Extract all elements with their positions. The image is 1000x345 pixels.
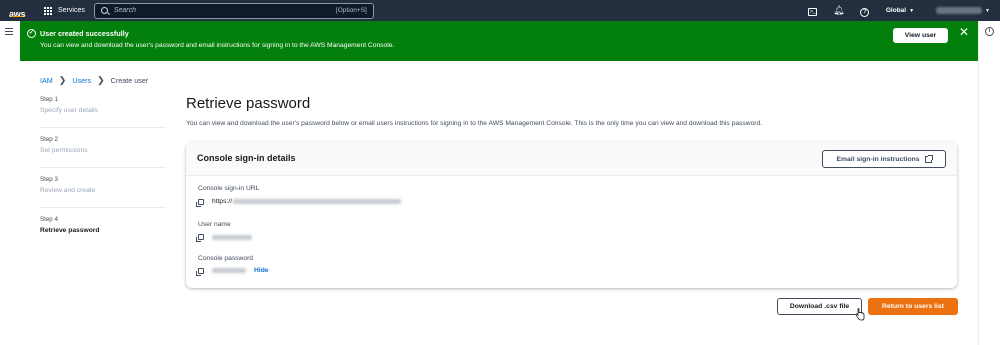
notifications-button[interactable]: 🔔︎: [826, 5, 852, 16]
step-number: Step 3: [40, 176, 58, 183]
help-icon: ?: [860, 7, 870, 17]
url-prefix: https://: [212, 198, 233, 205]
download-csv-button[interactable]: Download .csv file: [777, 298, 862, 315]
account-caret-down-icon[interactable]: ▼: [985, 8, 990, 14]
nav-right-group: >_ 🔔︎ ? Global ▼ ▼: [800, 0, 1000, 21]
hamburger-menu-icon[interactable]: [5, 28, 13, 35]
step-label: Specify user details: [40, 107, 98, 114]
wizard-step-2: Step 2 Set permissions: [40, 136, 166, 176]
page-description: You can view and download the user's pas…: [186, 120, 763, 127]
copy-icon[interactable]: [196, 234, 204, 242]
step-number: Step 1: [40, 96, 58, 103]
step-number: Step 4: [40, 216, 58, 223]
step-label: Set permissions: [40, 147, 88, 154]
chevron-right-icon: ❯: [58, 75, 67, 85]
account-menu-redacted[interactable]: [936, 7, 983, 14]
success-check-icon: ✓: [27, 29, 36, 38]
console-sign-in-card: Console sign-in details Email sign-in in…: [186, 142, 957, 288]
close-icon[interactable]: ✕: [959, 26, 969, 38]
step-label: Review and create: [40, 187, 96, 194]
services-label: Services: [58, 7, 85, 14]
password-value: Hide: [196, 267, 269, 276]
breadcrumb-iam-link[interactable]: IAM: [40, 76, 53, 85]
card-title: Console sign-in details: [197, 153, 296, 163]
step-label: Retrieve password: [40, 227, 100, 234]
step-number: Step 2: [40, 136, 58, 143]
external-link-icon: [924, 154, 933, 163]
username-label: User name: [198, 221, 231, 228]
page-title: Retrieve password: [186, 95, 311, 112]
copy-icon[interactable]: [196, 267, 204, 276]
redacted-url: [233, 199, 402, 204]
bell-icon: 🔔︎: [833, 5, 845, 15]
sign-in-url-value: https://: [196, 198, 402, 207]
flash-title: User created successfully: [40, 29, 129, 38]
breadcrumb-users-link[interactable]: Users: [72, 76, 91, 85]
search-input[interactable]: [113, 7, 336, 14]
wizard-step-1: Step 1 Specify user details: [40, 96, 166, 136]
view-user-button[interactable]: View user: [893, 28, 948, 43]
region-selector[interactable]: Global ▼: [886, 7, 914, 14]
chevron-right-icon: ❯: [97, 75, 105, 85]
breadcrumb: IAM ❯ Users ❯ Create user: [40, 75, 148, 86]
redacted-username: [212, 234, 252, 240]
breadcrumb-current: Create user: [110, 76, 149, 85]
wizard-step-4: Step 4 Retrieve password: [40, 216, 166, 256]
card-header: Console sign-in details Email sign-in in…: [186, 142, 957, 176]
search-box[interactable]: [Option+S]: [93, 2, 374, 19]
step-divider: [40, 127, 166, 128]
email-sign-in-instructions-button[interactable]: Email sign-in instructions: [822, 150, 946, 168]
aws-smile-icon: [10, 13, 25, 17]
search-icon: [100, 7, 108, 14]
caret-down-icon: ▼: [909, 8, 915, 14]
aws-logo[interactable]: aws: [9, 4, 29, 18]
cloudshell-button[interactable]: >_: [800, 5, 826, 16]
hide-password-link[interactable]: Hide: [254, 267, 269, 274]
step-divider: [40, 207, 166, 208]
right-panel-divider: [978, 21, 979, 345]
return-to-users-list-button[interactable]: Return to users list: [868, 298, 958, 315]
cloudshell-icon: >_: [808, 8, 818, 16]
help-button[interactable]: ?: [852, 5, 878, 17]
info-panel-icon[interactable]: i: [985, 27, 994, 36]
step-divider: [40, 167, 166, 168]
flash-message: You can view and download the user's pas…: [40, 42, 395, 49]
copy-icon[interactable]: [196, 198, 204, 207]
top-navigation: aws Services [Option+S] >_ 🔔︎ ? Global▼ …: [0, 0, 1000, 21]
services-menu-button[interactable]: Services: [44, 6, 85, 15]
username-value: [196, 234, 252, 242]
email-button-label: Email sign-in instructions: [836, 155, 920, 163]
redacted-password: [212, 268, 246, 273]
wizard-step-3: Step 3 Review and create: [40, 176, 166, 216]
hand-pointer-icon: [855, 308, 865, 321]
search-shortcut-hint: [Option+S]: [335, 7, 367, 14]
password-label: Console password: [198, 255, 254, 262]
grid-icon: [44, 6, 52, 15]
region-label: Global: [885, 7, 907, 14]
sign-in-url-label: Console sign-in URL: [198, 185, 260, 192]
success-flash-banner: ✓ User created successfully You can view…: [20, 21, 978, 61]
wizard-steps: Step 1 Specify user details Step 2 Set p…: [40, 96, 166, 256]
